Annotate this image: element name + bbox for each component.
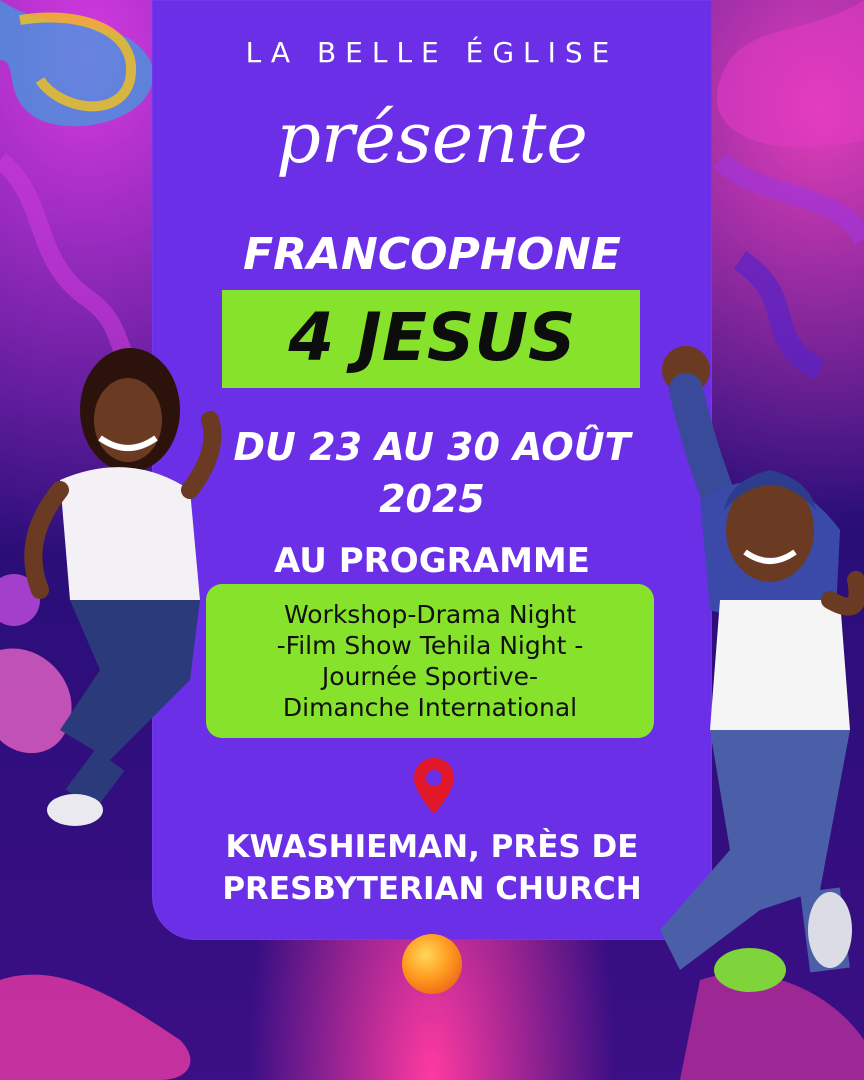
program-list: Workshop-Drama Night -Film Show Tehila N… [276, 600, 584, 722]
event-year: 2025 [379, 477, 485, 521]
event-dates: DU 23 AU 30 AOÛT [233, 425, 631, 469]
decorative-orb [402, 934, 462, 994]
program-box: Workshop-Drama Night -Film Show Tehila N… [206, 584, 654, 738]
program-heading: AU PROGRAMME [273, 541, 590, 581]
event-title-line1: FRANCOPHONE [243, 229, 621, 280]
event-location: KWASHIEMAN, PRÈS DE PRESBYTERIAN CHURCH [222, 829, 642, 907]
event-title-line2: 4 JESUS [288, 299, 576, 376]
event-poster: LA BELLE ÉGLISE présente FRANCOPHONE 4 J… [0, 0, 864, 1080]
woman-dancer-image [24, 348, 222, 826]
presents-script: présente [276, 97, 588, 179]
organizer-name: LA BELLE ÉGLISE [245, 36, 619, 69]
map-pin-icon [414, 758, 454, 814]
